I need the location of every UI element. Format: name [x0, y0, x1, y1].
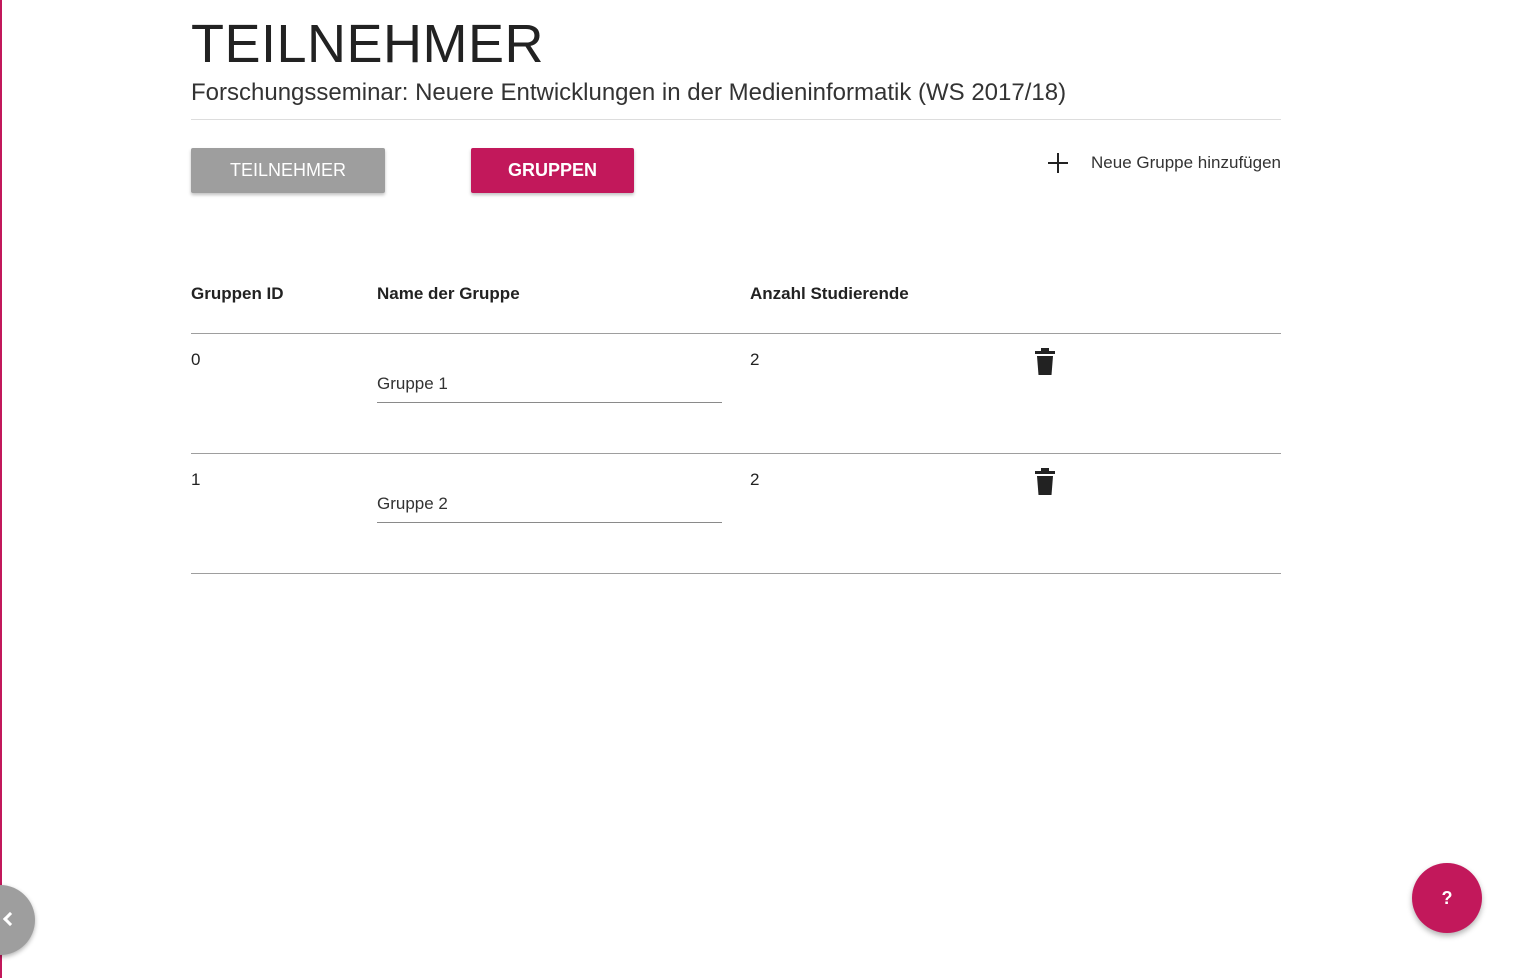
column-header-group-name: Name der Gruppe: [377, 284, 520, 303]
column-header-group-id: Gruppen ID: [191, 284, 284, 303]
add-group-button[interactable]: Neue Gruppe hinzufügen: [1047, 148, 1281, 178]
trash-icon: [1035, 348, 1055, 375]
group-name-input[interactable]: [377, 476, 722, 523]
course-subtitle: Forschungsseminar: Neuere Entwicklungen …: [191, 79, 1067, 106]
student-count-cell: 2: [750, 470, 760, 489]
left-accent-border: [0, 0, 2, 978]
help-button[interactable]: ?: [1412, 863, 1482, 933]
title-divider: [191, 119, 1281, 120]
plus-icon: [1047, 152, 1069, 174]
group-id-cell: 1: [191, 470, 201, 489]
tab-participants[interactable]: TEILNEHMER: [191, 148, 385, 193]
sidebar-toggle-button[interactable]: [0, 885, 35, 955]
row-divider: [191, 573, 1281, 574]
trash-icon: [1035, 468, 1055, 495]
page-title: TEILNEHMER: [191, 14, 545, 74]
table-row: 1 2: [191, 454, 1281, 574]
table-row: 0 2: [191, 334, 1281, 454]
student-count-cell: 2: [750, 350, 760, 369]
delete-group-button[interactable]: [1033, 468, 1057, 496]
add-group-label: Neue Gruppe hinzufügen: [1091, 153, 1281, 172]
chevron-left-icon: [2, 911, 18, 927]
group-id-cell: 0: [191, 350, 201, 369]
tab-groups[interactable]: GRUPPEN: [471, 148, 634, 193]
column-header-student-count: Anzahl Studierende: [750, 284, 909, 303]
delete-group-button[interactable]: [1033, 348, 1057, 376]
group-name-input[interactable]: [377, 356, 722, 403]
